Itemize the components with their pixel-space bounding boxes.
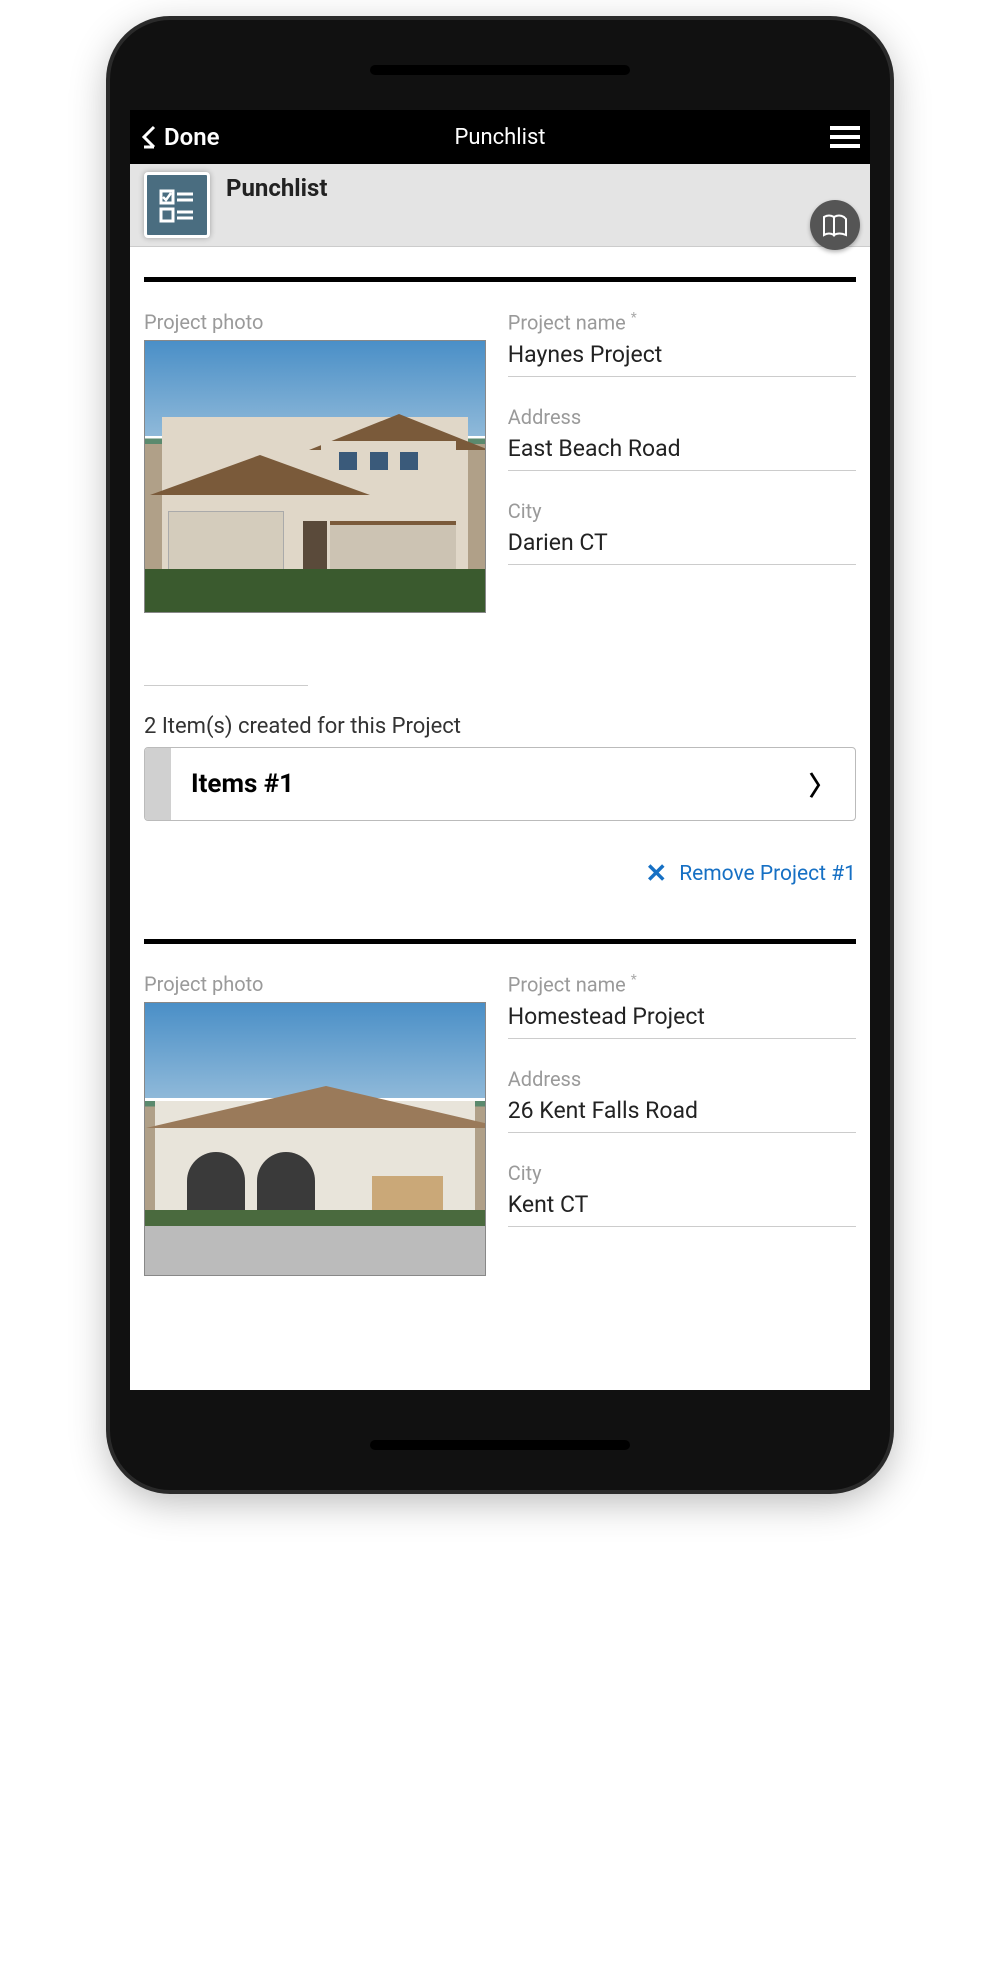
photo-label: Project photo — [144, 972, 486, 996]
project-name-field[interactable]: Project name * Haynes Project — [508, 310, 856, 377]
project-name-field[interactable]: Project name * Homestead Project — [508, 972, 856, 1039]
close-icon: ✕ — [645, 859, 667, 889]
book-icon — [822, 213, 848, 237]
project-card: Project photo Project name * — [144, 972, 856, 1275]
phone-frame: Done Punchlist Punch — [110, 20, 890, 1490]
photo-underline — [144, 685, 308, 686]
hamburger-icon — [830, 126, 860, 130]
module-header: Punchlist — [130, 164, 870, 247]
items-count-label: 2 Item(s) created for this Project — [144, 714, 856, 739]
project-name-value: Homestead Project — [508, 1003, 856, 1039]
section-divider — [144, 939, 856, 944]
punchlist-icon — [144, 172, 210, 238]
project-name-value: Haynes Project — [508, 341, 856, 377]
photo-label: Project photo — [144, 310, 486, 334]
address-value: 26 Kent Falls Road — [508, 1097, 856, 1133]
city-value: Kent CT — [508, 1191, 856, 1227]
city-field[interactable]: City Kent CT — [508, 1161, 856, 1227]
city-field[interactable]: City Darien CT — [508, 499, 856, 565]
app-screen: Done Punchlist Punch — [130, 110, 870, 1390]
phone-speaker-bottom — [370, 1440, 630, 1450]
project-card: Project photo — [144, 310, 856, 686]
content-area[interactable]: Project photo — [130, 247, 870, 1390]
address-value: East Beach Road — [508, 435, 856, 471]
remove-project-button[interactable]: ✕ Remove Project #1 — [144, 859, 856, 889]
top-bar: Done Punchlist — [130, 110, 870, 164]
items-button-label: Items #1 — [171, 769, 809, 799]
section-divider — [144, 277, 856, 282]
back-button[interactable]: Done — [140, 123, 220, 151]
remove-project-label: Remove Project #1 — [679, 862, 856, 886]
chevron-right-icon: 〉 — [809, 766, 855, 803]
items-button[interactable]: Items #1 〉 — [144, 747, 856, 821]
project-photo[interactable] — [144, 1002, 486, 1275]
project-photo[interactable] — [144, 340, 486, 613]
city-value: Darien CT — [508, 529, 856, 565]
phone-speaker — [370, 65, 630, 75]
address-field[interactable]: Address 26 Kent Falls Road — [508, 1067, 856, 1133]
back-label: Done — [164, 123, 220, 151]
drag-handle-icon — [145, 748, 171, 820]
module-title: Punchlist — [226, 174, 327, 202]
address-field[interactable]: Address East Beach Road — [508, 405, 856, 471]
menu-button[interactable] — [830, 126, 860, 148]
screen-title: Punchlist — [130, 125, 870, 150]
guide-button[interactable] — [810, 200, 860, 250]
chevron-left-icon — [140, 124, 160, 150]
